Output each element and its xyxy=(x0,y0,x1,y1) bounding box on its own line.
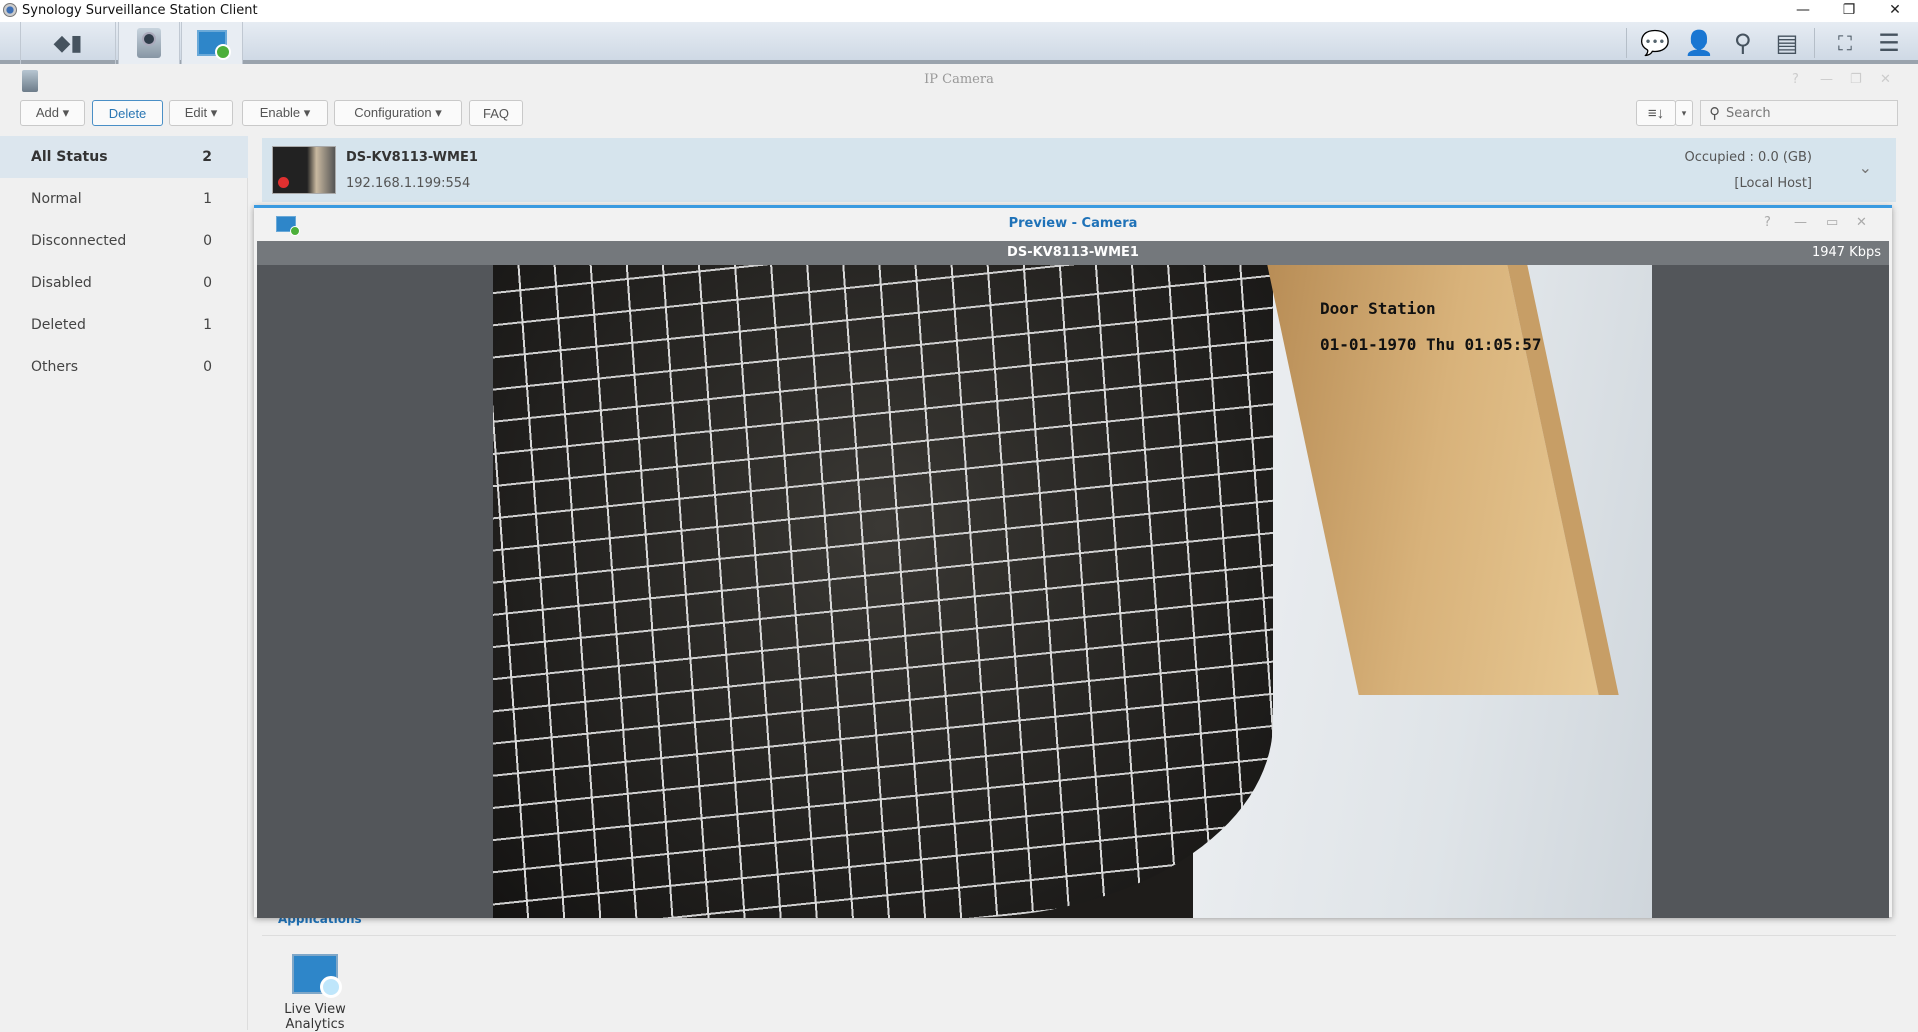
status-sidebar: All Status 2 Normal 1 Disconnected 0 Disabl… xyxy=(0,136,248,1030)
sidebar-item-count: 0 xyxy=(203,233,212,249)
sidebar-item-count: 0 xyxy=(203,275,212,291)
sidebar-item-label: Disconnected xyxy=(31,233,127,249)
ip-camera-icon xyxy=(137,28,161,58)
camera-thumbnail xyxy=(272,146,336,194)
sort-button[interactable]: ≡↓ xyxy=(1636,100,1676,126)
stream-bitrate: 1947 Kbps xyxy=(1811,245,1881,260)
sidebar-item-label: Others xyxy=(31,359,79,375)
video-grid-panel xyxy=(493,265,1273,918)
fullscreen-icon[interactable]: ⛶ xyxy=(1828,28,1862,58)
app-title: Synology Surveillance Station Client xyxy=(22,3,258,18)
configuration-button[interactable]: Configuration ▾ xyxy=(334,100,462,126)
preview-help-button[interactable]: ? xyxy=(1764,215,1771,230)
window-title: IP Camera xyxy=(924,72,994,87)
sidebar-item-deleted[interactable]: Deleted 1 xyxy=(0,304,248,346)
app-live-view-analytics[interactable]: Live View Analytics xyxy=(280,954,350,1032)
sidebar-item-disconnected[interactable]: Disconnected 0 xyxy=(0,220,248,262)
camera-video-frame: Door Station 01-01-1970 Thu 01:05:57 xyxy=(493,265,1652,918)
camera-host: [Local Host] xyxy=(1734,176,1812,191)
recording-icon xyxy=(278,177,289,188)
stream-info-bar: DS-KV8113-WME1 1947 Kbps xyxy=(257,241,1889,265)
search-icon: ⚲ xyxy=(1709,104,1720,122)
close-button[interactable]: ✕ xyxy=(1872,0,1918,22)
top-toolbar: ◆▮ 💬 👤 ⚲ ▤ ⛶ ☰ xyxy=(0,22,1918,64)
sidebar-item-label: Disabled xyxy=(31,275,92,291)
ip-camera-window-header: IP Camera ? — ❐ ✕ xyxy=(0,64,1918,100)
preview-minimize-button[interactable]: — xyxy=(1794,215,1807,230)
sidebar-item-label: Deleted xyxy=(31,317,86,333)
preview-window: Preview - Camera ? — ▭ ✕ DS-KV8113-WME1 … xyxy=(254,205,1892,918)
sidebar-item-normal[interactable]: Normal 1 xyxy=(0,178,248,220)
menu-icon[interactable]: ☰ xyxy=(1872,28,1906,58)
preview-title: Preview - Camera xyxy=(1008,216,1138,231)
add-button[interactable]: Add ▾ xyxy=(20,100,85,126)
sidebar-item-count: 2 xyxy=(202,149,212,165)
tab-ip-camera[interactable] xyxy=(118,22,180,64)
app-label: Live View Analytics xyxy=(284,1002,346,1032)
enable-button[interactable]: Enable ▾ xyxy=(242,100,328,126)
main-menu-icon: ◆▮ xyxy=(53,30,83,56)
live-view-analytics-icon xyxy=(292,954,342,998)
window-minimize-button[interactable]: — xyxy=(1820,72,1833,87)
search-box[interactable]: ⚲ xyxy=(1700,100,1898,126)
search-input[interactable] xyxy=(1726,105,1886,121)
window-close-button[interactable]: ✕ xyxy=(1880,72,1891,87)
live-view-icon xyxy=(197,30,231,60)
camera-occupied: Occupied : 0.0 (GB) xyxy=(1684,150,1812,165)
notification-icon[interactable]: 💬 xyxy=(1638,28,1672,58)
chevron-down-icon[interactable]: ⌄ xyxy=(1859,158,1872,177)
faq-button[interactable]: FAQ xyxy=(469,100,523,126)
tab-main-menu[interactable]: ◆▮ xyxy=(20,22,116,64)
sort-dropdown-button[interactable]: ▾ xyxy=(1675,100,1693,126)
edit-button[interactable]: Edit ▾ xyxy=(169,100,233,126)
window-restore-button[interactable]: ❐ xyxy=(1850,72,1862,87)
sidebar-item-disabled[interactable]: Disabled 0 xyxy=(0,262,248,304)
search-icon[interactable]: ⚲ xyxy=(1726,28,1760,58)
tab-live-view[interactable] xyxy=(181,22,243,64)
delete-button[interactable]: Delete xyxy=(92,100,163,126)
camera-name: DS-KV8113-WME1 xyxy=(346,150,478,165)
camera-address: 192.168.1.199:554 xyxy=(346,176,471,191)
info-card-icon[interactable]: ▤ xyxy=(1770,28,1804,58)
sidebar-item-count: 1 xyxy=(203,191,212,207)
help-button[interactable]: ? xyxy=(1792,72,1799,87)
video-area[interactable]: Door Station 01-01-1970 Thu 01:05:57 xyxy=(257,265,1889,918)
sidebar-item-count: 1 xyxy=(203,317,212,333)
preview-maximize-button[interactable]: ▭ xyxy=(1826,215,1838,230)
preview-close-button[interactable]: ✕ xyxy=(1856,215,1867,230)
osd-title: Door Station xyxy=(1320,299,1436,318)
sidebar-item-others[interactable]: Others 0 xyxy=(0,346,248,388)
restore-button[interactable]: ❐ xyxy=(1826,0,1872,22)
user-icon[interactable]: 👤 xyxy=(1682,28,1716,58)
camera-list-item[interactable]: DS-KV8113-WME1 192.168.1.199:554 Occupie… xyxy=(262,138,1896,202)
minimize-button[interactable]: — xyxy=(1780,0,1826,22)
preview-header[interactable]: Preview - Camera ? — ▭ ✕ xyxy=(254,208,1892,241)
title-bar: Synology Surveillance Station Client — ❐… xyxy=(0,0,1918,22)
sidebar-item-all-status[interactable]: All Status 2 xyxy=(0,136,248,178)
app-logo-icon xyxy=(3,3,17,17)
sidebar-item-label: All Status xyxy=(31,149,108,165)
sidebar-item-label: Normal xyxy=(31,191,82,207)
stream-name: DS-KV8113-WME1 xyxy=(1007,245,1139,260)
sidebar-item-count: 0 xyxy=(203,359,212,375)
osd-timestamp: 01-01-1970 Thu 01:05:57 xyxy=(1320,335,1542,354)
